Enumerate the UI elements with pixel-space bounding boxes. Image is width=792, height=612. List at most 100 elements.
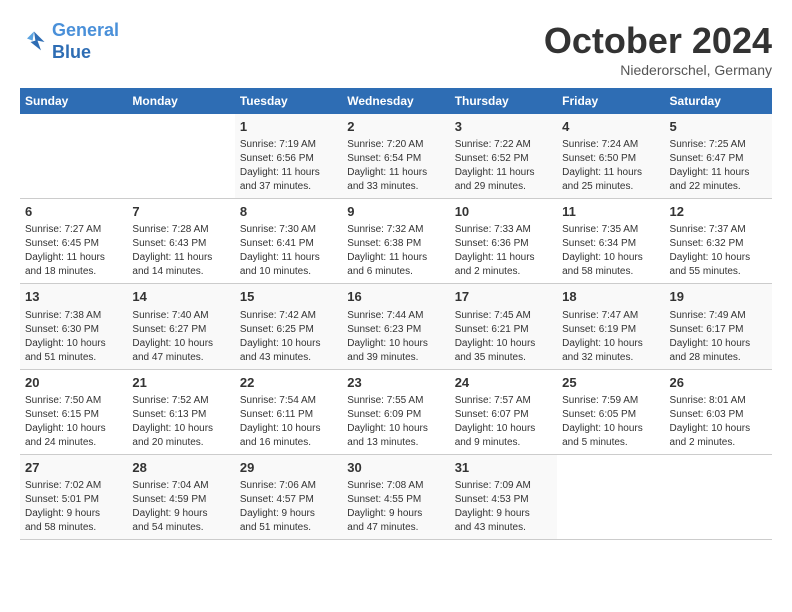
day-number: 14 [132,288,229,306]
day-info: Sunrise: 8:01 AM Sunset: 6:03 PM Dayligh… [670,394,767,450]
day-number: 9 [347,203,444,221]
logo-icon [20,28,48,56]
calendar-cell [665,454,772,539]
weekday-header: Monday [127,88,234,114]
calendar-cell: 13 Sunrise: 7:38 AM Sunset: 6:30 PM Dayli… [20,284,127,369]
calendar-cell: 31 Sunrise: 7:09 AM Sunset: 4:53 PM Dayli… [450,454,557,539]
day-number: 20 [25,374,122,392]
day-number: 30 [347,459,444,477]
day-number: 21 [132,374,229,392]
day-info: Sunrise: 7:20 AM Sunset: 6:54 PM Dayligh… [347,138,444,194]
day-number: 17 [455,288,552,306]
logo: General Blue [20,20,119,63]
day-number: 18 [562,288,659,306]
calendar-cell: 14 Sunrise: 7:40 AM Sunset: 6:27 PM Dayli… [127,284,234,369]
day-info: Sunrise: 7:33 AM Sunset: 6:36 PM Dayligh… [455,223,552,279]
day-number: 23 [347,374,444,392]
weekday-header: Friday [557,88,664,114]
calendar-cell: 24Sunrise: 7:57 AM Sunset: 6:07 PM Dayli… [450,369,557,454]
weekday-header: Saturday [665,88,772,114]
weekday-header: Thursday [450,88,557,114]
calendar-week-row: 6 Sunrise: 7:27 AM Sunset: 6:45 PM Daylig… [20,199,772,284]
calendar-cell: 28 Sunrise: 7:04 AM Sunset: 4:59 PM Dayli… [127,454,234,539]
day-info: Sunrise: 7:57 AM Sunset: 6:07 PM Dayligh… [455,394,552,450]
day-number: 7 [132,203,229,221]
day-number: 12 [670,203,767,221]
calendar-cell: 11Sunrise: 7:35 AM Sunset: 6:34 PM Dayli… [557,199,664,284]
day-number: 3 [455,118,552,136]
page-header: General Blue October 2024 Niederorschel,… [20,20,772,78]
calendar-cell: 22Sunrise: 7:54 AM Sunset: 6:11 PM Dayli… [235,369,342,454]
day-number: 31 [455,459,552,477]
weekday-header: Wednesday [342,88,449,114]
calendar-cell: 20Sunrise: 7:50 AM Sunset: 6:15 PM Dayli… [20,369,127,454]
day-number: 1 [240,118,337,136]
calendar-cell: 29Sunrise: 7:06 AM Sunset: 4:57 PM Dayli… [235,454,342,539]
day-info: Sunrise: 7:09 AM Sunset: 4:53 PM Dayligh… [455,479,552,535]
day-info: Sunrise: 7:08 AM Sunset: 4:55 PM Dayligh… [347,479,444,535]
weekday-header: Sunday [20,88,127,114]
day-number: 27 [25,459,122,477]
calendar-cell: 18 Sunrise: 7:47 AM Sunset: 6:19 PM Dayli… [557,284,664,369]
title-block: October 2024 Niederorschel, Germany [544,20,772,78]
day-info: Sunrise: 7:32 AM Sunset: 6:38 PM Dayligh… [347,223,444,279]
day-number: 16 [347,288,444,306]
day-number: 19 [670,288,767,306]
day-number: 2 [347,118,444,136]
day-number: 8 [240,203,337,221]
calendar-cell [20,114,127,199]
day-info: Sunrise: 7:04 AM Sunset: 4:59 PM Dayligh… [132,479,229,535]
calendar-cell: 30 Sunrise: 7:08 AM Sunset: 4:55 PM Dayli… [342,454,449,539]
day-number: 28 [132,459,229,477]
calendar-cell: 27 Sunrise: 7:02 AM Sunset: 5:01 PM Dayli… [20,454,127,539]
day-info: Sunrise: 7:37 AM Sunset: 6:32 PM Dayligh… [670,223,767,279]
day-number: 5 [670,118,767,136]
day-info: Sunrise: 7:27 AM Sunset: 6:45 PM Dayligh… [25,223,122,279]
day-info: Sunrise: 7:55 AM Sunset: 6:09 PM Dayligh… [347,394,444,450]
calendar-cell [557,454,664,539]
day-info: Sunrise: 7:02 AM Sunset: 5:01 PM Dayligh… [25,479,122,535]
calendar-cell: 9 Sunrise: 7:32 AM Sunset: 6:38 PM Daylig… [342,199,449,284]
calendar-week-row: 20Sunrise: 7:50 AM Sunset: 6:15 PM Dayli… [20,369,772,454]
day-number: 6 [25,203,122,221]
day-info: Sunrise: 7:45 AM Sunset: 6:21 PM Dayligh… [455,309,552,365]
calendar-cell: 23 Sunrise: 7:55 AM Sunset: 6:09 PM Dayli… [342,369,449,454]
calendar-cell: 21 Sunrise: 7:52 AM Sunset: 6:13 PM Dayli… [127,369,234,454]
day-info: Sunrise: 7:44 AM Sunset: 6:23 PM Dayligh… [347,309,444,365]
day-info: Sunrise: 7:38 AM Sunset: 6:30 PM Dayligh… [25,309,122,365]
calendar-cell: 7 Sunrise: 7:28 AM Sunset: 6:43 PM Daylig… [127,199,234,284]
day-number: 22 [240,374,337,392]
calendar-week-row: 13 Sunrise: 7:38 AM Sunset: 6:30 PM Dayli… [20,284,772,369]
calendar-cell: 2 Sunrise: 7:20 AM Sunset: 6:54 PM Daylig… [342,114,449,199]
day-info: Sunrise: 7:40 AM Sunset: 6:27 PM Dayligh… [132,309,229,365]
calendar-cell: 15Sunrise: 7:42 AM Sunset: 6:25 PM Dayli… [235,284,342,369]
calendar-week-row: 1Sunrise: 7:19 AM Sunset: 6:56 PM Daylig… [20,114,772,199]
day-info: Sunrise: 7:47 AM Sunset: 6:19 PM Dayligh… [562,309,659,365]
location: Niederorschel, Germany [544,62,772,78]
day-info: Sunrise: 7:25 AM Sunset: 6:47 PM Dayligh… [670,138,767,194]
day-number: 26 [670,374,767,392]
calendar-cell: 26 Sunrise: 8:01 AM Sunset: 6:03 PM Dayli… [665,369,772,454]
calendar-cell: 12 Sunrise: 7:37 AM Sunset: 6:32 PM Dayli… [665,199,772,284]
day-info: Sunrise: 7:59 AM Sunset: 6:05 PM Dayligh… [562,394,659,450]
day-info: Sunrise: 7:42 AM Sunset: 6:25 PM Dayligh… [240,309,337,365]
calendar-cell: 19Sunrise: 7:49 AM Sunset: 6:17 PM Dayli… [665,284,772,369]
day-info: Sunrise: 7:35 AM Sunset: 6:34 PM Dayligh… [562,223,659,279]
calendar-cell: 5 Sunrise: 7:25 AM Sunset: 6:47 PM Daylig… [665,114,772,199]
day-info: Sunrise: 7:52 AM Sunset: 6:13 PM Dayligh… [132,394,229,450]
month-title: October 2024 [544,20,772,62]
day-number: 13 [25,288,122,306]
calendar-cell: 3 Sunrise: 7:22 AM Sunset: 6:52 PM Daylig… [450,114,557,199]
day-info: Sunrise: 7:28 AM Sunset: 6:43 PM Dayligh… [132,223,229,279]
calendar-table: SundayMondayTuesdayWednesdayThursdayFrid… [20,88,772,540]
calendar-week-row: 27 Sunrise: 7:02 AM Sunset: 5:01 PM Dayli… [20,454,772,539]
logo-text: General Blue [52,20,119,63]
calendar-cell: 10Sunrise: 7:33 AM Sunset: 6:36 PM Dayli… [450,199,557,284]
day-number: 4 [562,118,659,136]
calendar-cell: 1Sunrise: 7:19 AM Sunset: 6:56 PM Daylig… [235,114,342,199]
calendar-cell: 25Sunrise: 7:59 AM Sunset: 6:05 PM Dayli… [557,369,664,454]
day-info: Sunrise: 7:24 AM Sunset: 6:50 PM Dayligh… [562,138,659,194]
day-info: Sunrise: 7:06 AM Sunset: 4:57 PM Dayligh… [240,479,337,535]
weekday-header: Tuesday [235,88,342,114]
day-info: Sunrise: 7:22 AM Sunset: 6:52 PM Dayligh… [455,138,552,194]
